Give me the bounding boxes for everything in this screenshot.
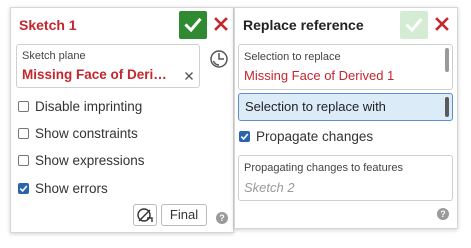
show-errors-label: Show errors [35,180,108,196]
checkmark-icon [184,17,202,33]
clear-selection-icon[interactable] [184,68,194,80]
cancel-replace-button[interactable] [434,16,450,32]
checkmark-icon [240,132,249,140]
close-icon [435,17,449,31]
show-errors-checkbox[interactable] [18,182,29,194]
sketch-plane-label: Sketch plane [22,50,86,62]
disable-imprinting-checkbox[interactable] [18,100,29,112]
replace-reference-dialog: Replace reference Selection to replace M… [234,7,458,229]
replace-reference-title: Replace reference [243,17,364,33]
show-constraints-label: Show constraints [35,125,138,141]
show-constraints-checkbox[interactable] [18,127,29,139]
propagating-features-value: Sketch 2 [244,180,295,195]
selection-to-replace-with-scrollbar[interactable] [445,97,449,117]
sketch-plane-value: Missing Face of Deri… [22,67,167,82]
accept-sketch-button[interactable] [179,11,207,39]
replace-reference-header: Replace reference [235,8,457,42]
help-icon[interactable]: ? [437,208,449,220]
sketch-plane-field[interactable]: Sketch plane Missing Face of Deri… [16,44,200,88]
selection-to-replace-value: Missing Face of Derived 1 [244,68,395,83]
sketch-view-toggle-icon[interactable] [209,49,229,69]
selection-to-replace-with-field[interactable]: Selection to replace with [238,93,453,121]
sketch-dialog: Sketch 1 Sketch plane Missing Face of De… [10,7,234,233]
disable-imprinting-option[interactable]: Disable imprinting [18,97,142,115]
show-constraints-option[interactable]: Show constraints [18,124,138,142]
selection-to-replace-label: Selection to replace [244,51,341,63]
propagate-changes-checkbox[interactable] [239,130,250,142]
accept-replace-button[interactable] [400,11,428,39]
propagating-features-label: Propagating changes to features [244,162,404,174]
propagate-changes-option[interactable]: Propagate changes [239,127,373,145]
show-expressions-label: Show expressions [35,152,145,168]
disable-imprinting-label: Disable imprinting [35,98,143,114]
close-icon [214,17,228,31]
checkmark-icon [19,184,28,192]
sketch-solve-icon [137,208,153,222]
cancel-sketch-button[interactable] [213,16,229,32]
show-expressions-checkbox[interactable] [18,154,29,166]
show-errors-option[interactable]: Show errors [18,179,108,197]
propagating-features-field[interactable]: Propagating changes to features Sketch 2 [238,155,453,201]
sketch-dialog-header: Sketch 1 [11,8,233,42]
sketch-solve-button[interactable] [133,204,157,226]
help-icon[interactable]: ? [216,212,228,224]
final-button[interactable]: Final [161,204,207,226]
selection-to-replace-with-label: Selection to replace with [245,99,386,114]
propagate-changes-label: Propagate changes [256,128,374,144]
checkmark-icon [405,17,423,33]
selection-to-replace-scrollbar[interactable] [445,48,449,72]
sketch-title: Sketch 1 [19,17,77,33]
show-expressions-option[interactable]: Show expressions [18,151,145,169]
selection-to-replace-field[interactable]: Selection to replace Missing Face of Der… [238,44,453,90]
